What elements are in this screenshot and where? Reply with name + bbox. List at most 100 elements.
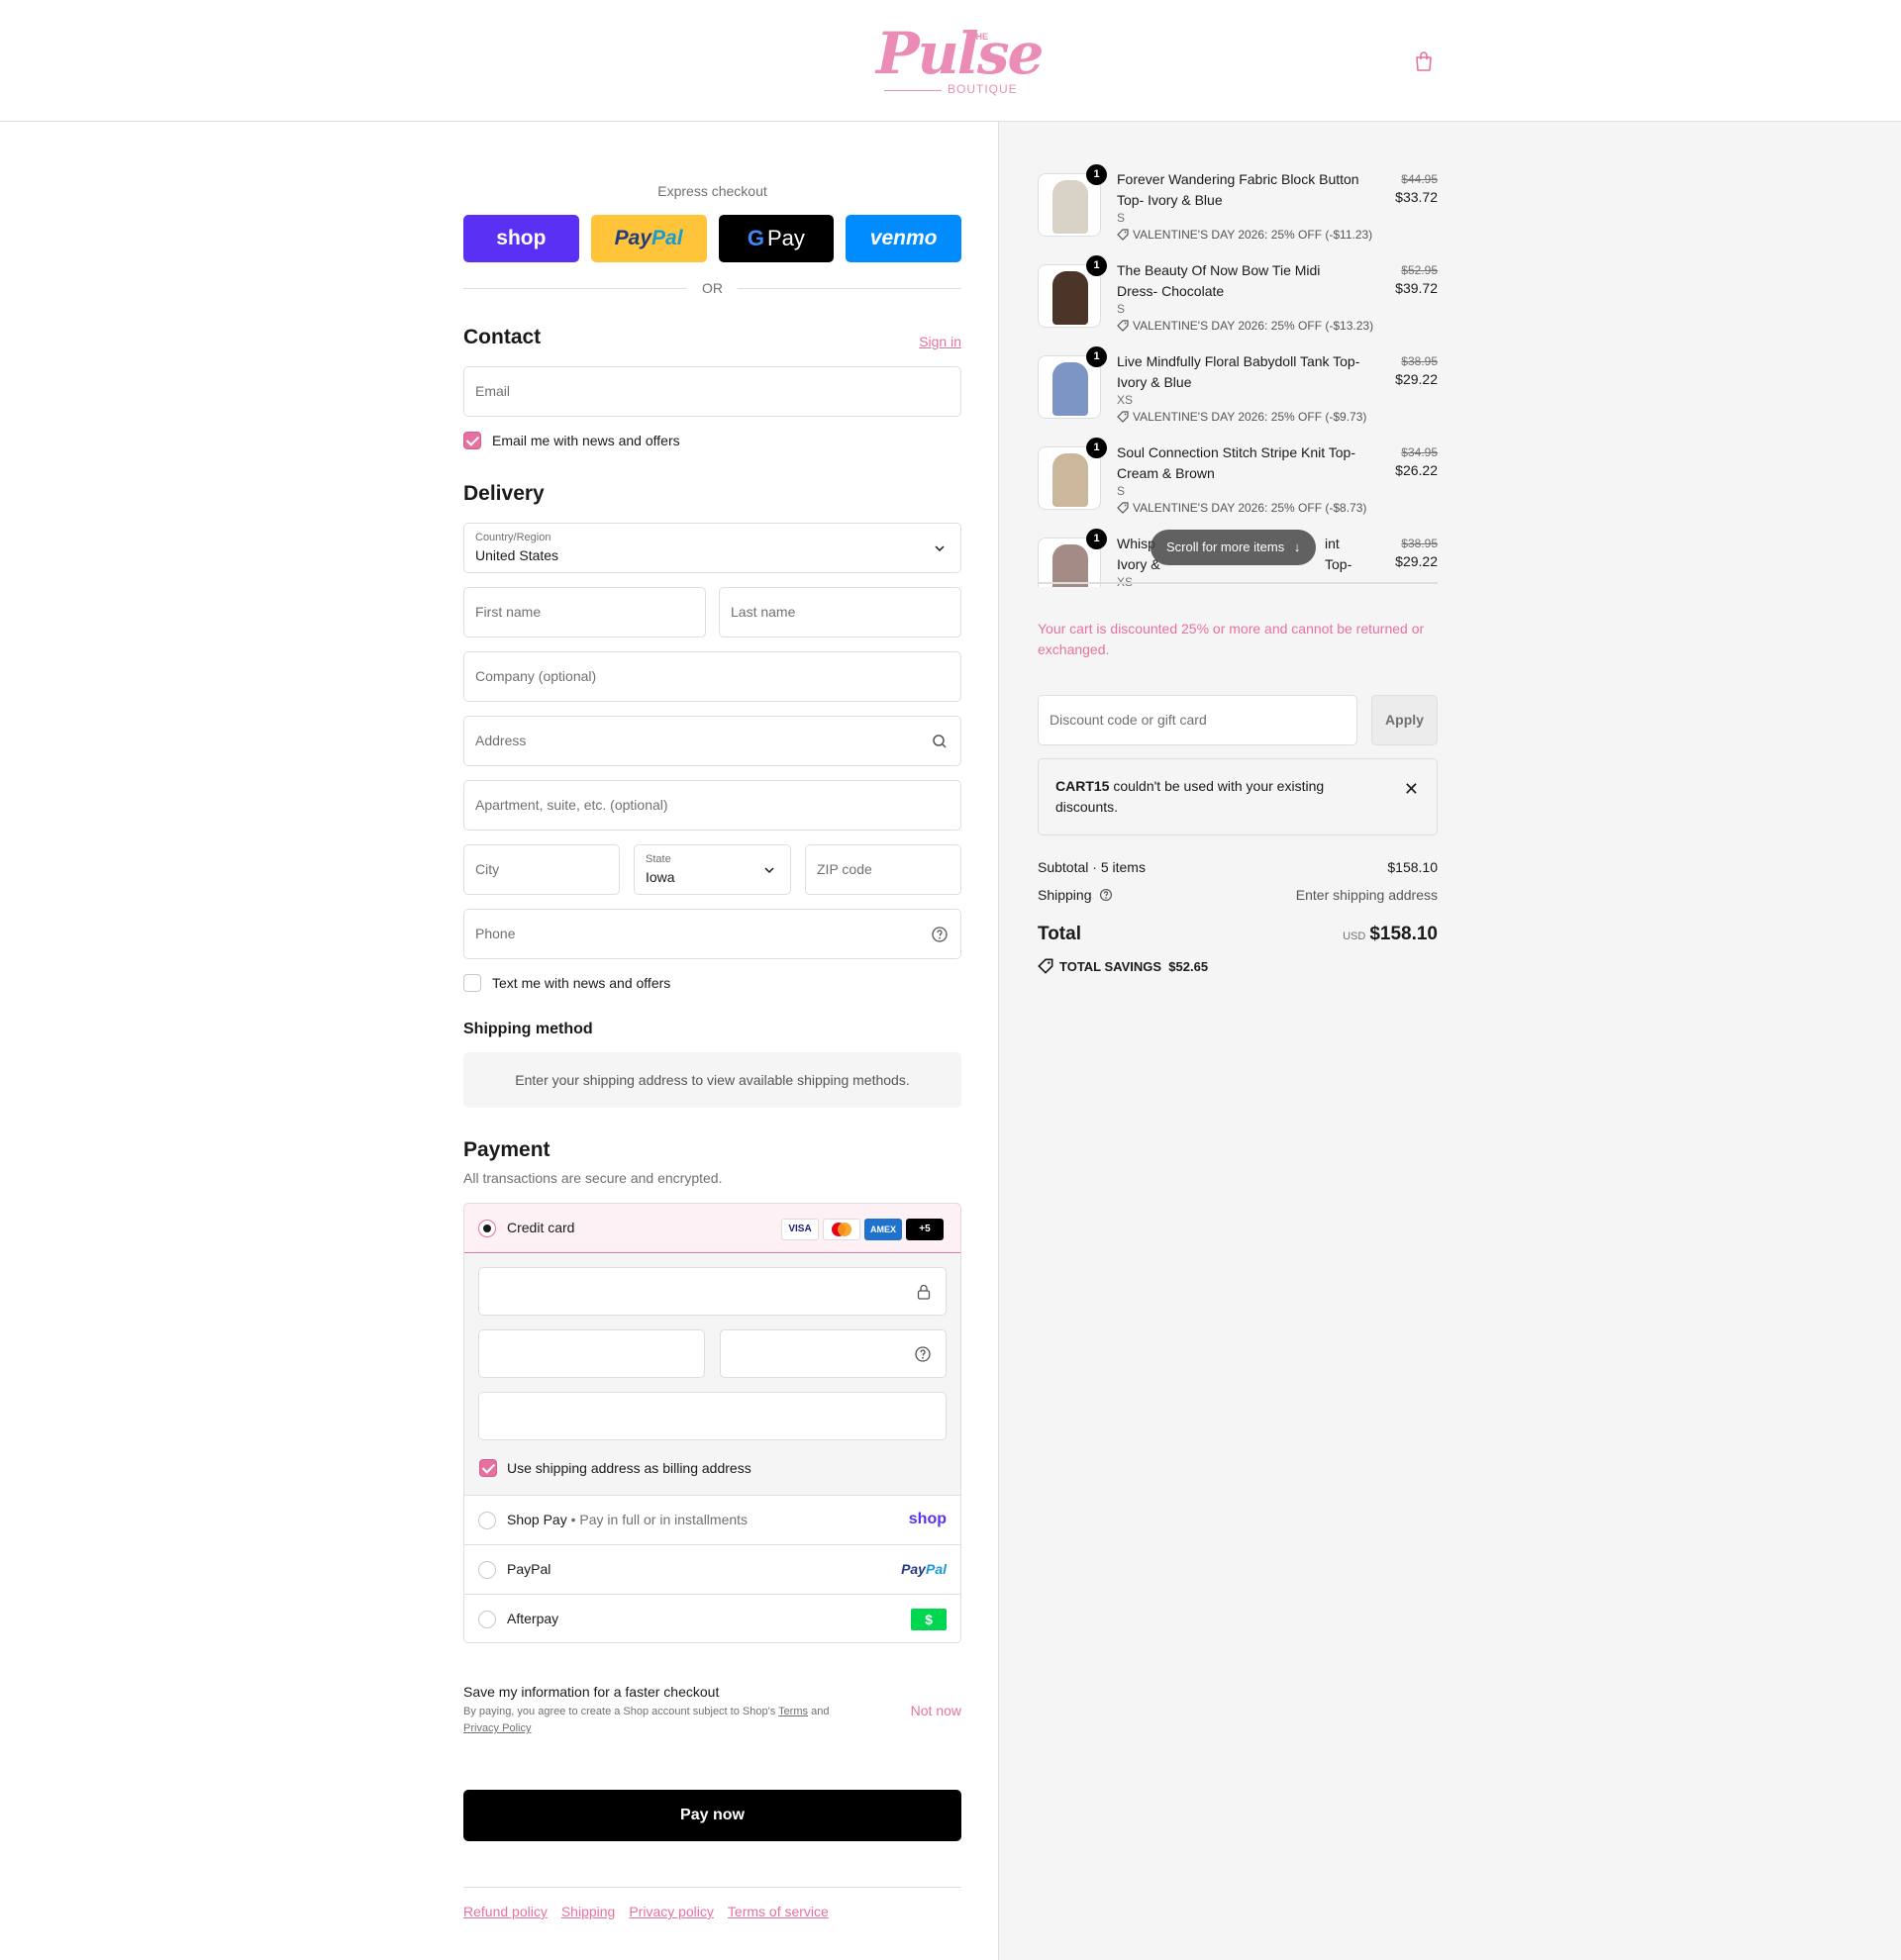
- shop-label: shop: [496, 227, 547, 249]
- state-select[interactable]: State Iowa: [634, 844, 791, 895]
- discount-text: VALENTINE'S DAY 2026: 25% OFF (-$13.23): [1133, 319, 1374, 333]
- terms-link[interactable]: Terms: [778, 1706, 808, 1717]
- shop-pay-option[interactable]: Shop Pay • Pay in full or in installment…: [464, 1496, 960, 1545]
- scroll-for-more-button[interactable]: Scroll for more items ↓: [1151, 530, 1317, 565]
- item-variant: XS: [1117, 575, 1134, 587]
- shop-pay-express-button[interactable]: shop: [463, 215, 579, 262]
- item-discount: VALENTINE'S DAY 2026: 25% OFF (-$13.23): [1117, 319, 1373, 333]
- help-circle-icon[interactable]: [931, 926, 949, 943]
- afterpay-label: Afterpay: [507, 1611, 559, 1626]
- not-now-button[interactable]: Not now: [911, 1703, 961, 1718]
- shop-pay-radio[interactable]: [478, 1512, 496, 1529]
- company-placeholder: Company (optional): [475, 668, 597, 684]
- express-checkout-buttons: shop Pay Pal G Pay venmo: [463, 215, 961, 262]
- country-select[interactable]: Country/Region United States: [463, 523, 961, 573]
- pulse-boutique-logo[interactable]: Pulse THE BOUTIQUE: [876, 20, 1044, 101]
- total-label: Total: [1038, 924, 1081, 944]
- last-name-field[interactable]: Last name: [719, 587, 961, 637]
- afterpay-radio[interactable]: [478, 1611, 496, 1628]
- credit-card-option[interactable]: Credit card VISA AMEX +5: [464, 1204, 960, 1253]
- sign-in-link[interactable]: Sign in: [919, 334, 961, 349]
- refund-policy-link[interactable]: Refund policy: [463, 1904, 548, 1919]
- phone-field[interactable]: Phone: [463, 909, 961, 959]
- expiration-date-field[interactable]: [478, 1329, 705, 1378]
- chevron-down-icon: [764, 867, 774, 874]
- privacy-policy-link[interactable]: Privacy Policy: [463, 1722, 531, 1734]
- country-value: United States: [475, 547, 559, 563]
- card-details-form: Use shipping address as billing address: [464, 1254, 960, 1496]
- product-photo: [1052, 362, 1088, 416]
- help-circle-icon[interactable]: [1099, 888, 1113, 902]
- original-price: $38.95: [1401, 354, 1438, 368]
- credit-card-label: Credit card: [507, 1220, 575, 1235]
- google-pay-express-button[interactable]: G Pay: [718, 215, 835, 262]
- discount-code-input[interactable]: Discount code or gift card: [1038, 695, 1357, 745]
- shopping-bag-icon[interactable]: [1414, 50, 1434, 72]
- item-name-line2: Ivory &: [1117, 556, 1160, 572]
- discount-text: VALENTINE'S DAY 2026: 25% OFF (-$9.73): [1133, 410, 1367, 424]
- scroll-hint-label: Scroll for more items: [1166, 539, 1285, 554]
- help-circle-icon[interactable]: [914, 1345, 932, 1363]
- billing-address-label: Use shipping address as billing address: [507, 1460, 751, 1476]
- email-field[interactable]: Email: [463, 366, 961, 417]
- afterpay-option[interactable]: Afterpay $: [464, 1595, 960, 1642]
- paypal-logo-a: Pay: [901, 1561, 926, 1577]
- tag-icon: [1117, 502, 1129, 514]
- zip-field[interactable]: ZIP code: [805, 844, 961, 895]
- apartment-field[interactable]: Apartment, suite, etc. (optional): [463, 780, 961, 831]
- afterpay-logo: $: [911, 1609, 947, 1630]
- discount-warning: Your cart is discounted 25% or more and …: [1038, 621, 1425, 657]
- address-field[interactable]: Address: [463, 716, 961, 766]
- discount-text: VALENTINE'S DAY 2026: 25% OFF (-$11.23): [1133, 228, 1373, 242]
- express-checkout-title: Express checkout: [657, 183, 767, 199]
- paypal-option[interactable]: PayPal PayPal: [464, 1545, 960, 1595]
- city-placeholder: City: [475, 861, 500, 877]
- country-label: Country/Region: [475, 532, 551, 543]
- item-name: Soul Connection Stitch Stripe Knit Top- …: [1117, 444, 1355, 481]
- payment-methods: Credit card VISA AMEX +5 Use shipping ad…: [463, 1203, 961, 1643]
- privacy-policy-footer-link[interactable]: Privacy policy: [629, 1904, 714, 1919]
- last-name-placeholder: Last name: [731, 604, 796, 620]
- shop-pay-logo: shop: [908, 1511, 947, 1527]
- terms-of-service-link[interactable]: Terms of service: [728, 1904, 829, 1919]
- site-header: Pulse THE BOUTIQUE: [0, 0, 1901, 122]
- chevron-down-icon: [935, 545, 945, 552]
- first-name-field[interactable]: First name: [463, 587, 706, 637]
- apply-button[interactable]: Apply: [1371, 695, 1438, 745]
- paypal-express-button[interactable]: Pay Pal: [590, 215, 707, 262]
- shipping-link[interactable]: Shipping: [561, 1904, 616, 1919]
- shipping-label: Shipping: [1038, 887, 1092, 903]
- card-number-field[interactable]: [478, 1267, 947, 1316]
- sale-price: $29.22: [1395, 371, 1438, 387]
- item-name-start: Whisp: [1117, 536, 1155, 551]
- text-news-checkbox[interactable]: [463, 974, 481, 992]
- state-value: Iowa: [646, 869, 675, 885]
- company-field[interactable]: Company (optional): [463, 651, 961, 702]
- zip-placeholder: ZIP code: [817, 861, 872, 877]
- security-code-field[interactable]: [720, 1329, 947, 1378]
- quantity-badge: 1: [1086, 438, 1107, 458]
- credit-card-radio[interactable]: [478, 1220, 496, 1237]
- logo-underline: [884, 90, 942, 91]
- quantity-badge: 1: [1086, 255, 1107, 276]
- name-on-card-field[interactable]: [478, 1392, 947, 1440]
- google-g-icon: G: [747, 226, 764, 250]
- item-discount: VALENTINE'S DAY 2026: 25% OFF (-$8.73): [1117, 501, 1366, 515]
- billing-address-checkbox[interactable]: [479, 1459, 497, 1477]
- venmo-express-button[interactable]: venmo: [846, 215, 961, 262]
- tag-icon: [1117, 411, 1129, 423]
- error-code: CART15: [1055, 778, 1110, 794]
- paypal-radio[interactable]: [478, 1561, 496, 1579]
- original-price: $34.95: [1401, 445, 1438, 459]
- item-variant: S: [1117, 484, 1126, 498]
- cart-item: 1 Forever Wandering Fabric Block Button …: [1038, 164, 1438, 248]
- item-discount: VALENTINE'S DAY 2026: 25% OFF (-$11.23): [1117, 228, 1372, 242]
- city-field[interactable]: City: [463, 844, 620, 895]
- email-news-label: Email me with news and offers: [492, 433, 680, 448]
- close-icon[interactable]: ✕: [1404, 779, 1419, 800]
- or-divider: OR: [463, 280, 961, 296]
- currency-code: USD: [1343, 931, 1366, 942]
- pay-now-button[interactable]: Pay now: [463, 1790, 961, 1841]
- email-news-checkbox[interactable]: [463, 432, 481, 449]
- cart-items-list[interactable]: 1 Forever Wandering Fabric Block Button …: [1038, 122, 1438, 587]
